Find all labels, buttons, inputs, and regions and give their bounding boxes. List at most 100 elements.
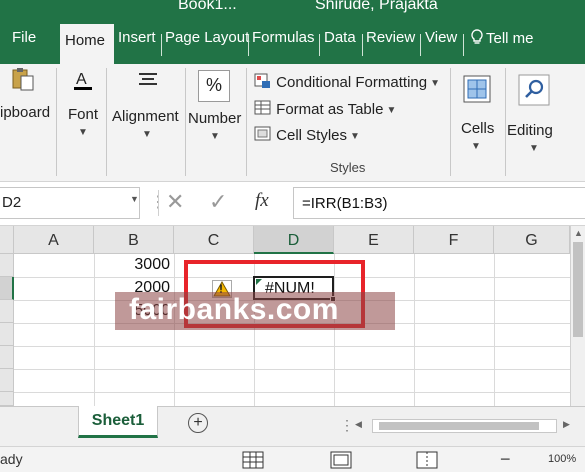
vertical-scrollbar[interactable]: ▲ [570, 226, 585, 406]
tab-view[interactable]: View [425, 29, 457, 46]
tab-review[interactable]: Review [366, 29, 415, 46]
tab-data[interactable]: Data [324, 29, 356, 46]
sheet-tab-sheet1[interactable]: Sheet1 [78, 406, 158, 438]
zoom-out-button[interactable]: − [500, 449, 511, 470]
alignment-label: Alignment [112, 108, 179, 125]
tab-home[interactable]: Home [60, 24, 114, 64]
alignment-icon[interactable] [135, 68, 161, 94]
cancel-icon[interactable]: ✕ [166, 189, 184, 215]
tab-divider [420, 34, 421, 56]
column-header-a[interactable]: A [14, 226, 94, 254]
row-header[interactable] [0, 300, 14, 323]
watermark: fairbanks.com [115, 292, 395, 330]
page-layout-view-icon[interactable] [330, 451, 352, 469]
group-divider [505, 68, 506, 176]
number-format-icon[interactable]: % [198, 70, 230, 102]
tab-divider [362, 34, 363, 56]
clipboard-group-label: ipboard [0, 104, 51, 121]
tab-divider [463, 34, 464, 56]
user-name[interactable]: Shirude, Prajakta [315, 0, 438, 14]
tab-file[interactable]: File [12, 29, 36, 46]
font-button[interactable]: Font ▼ [68, 106, 98, 140]
alignment-button[interactable]: Alignment ▼ [112, 108, 179, 142]
select-all-corner[interactable] [0, 226, 14, 254]
scroll-left-icon[interactable]: ◀ [355, 419, 362, 430]
styles-group-label: Styles [330, 160, 366, 175]
group-divider [106, 68, 107, 176]
row-header[interactable] [0, 323, 14, 346]
cell-styles-label: Cell Styles [276, 127, 348, 144]
tab-home-label: Home [65, 32, 106, 49]
chevron-down-icon: ▼ [142, 128, 152, 140]
scroll-up-icon[interactable]: ▲ [574, 228, 583, 238]
formula-input[interactable]: =IRR(B1:B3) [293, 187, 585, 219]
watermark-text: fairbanks.com [129, 293, 339, 326]
scroll-right-icon[interactable]: ▶ [563, 419, 570, 430]
cell-styles-icon [254, 126, 271, 141]
column-header-b[interactable]: B [94, 226, 174, 254]
scroll-thumb[interactable] [573, 242, 583, 337]
chevron-down-icon: ▼ [529, 142, 539, 154]
insert-function-icon[interactable]: fx [255, 190, 269, 212]
cells-button[interactable]: Cells ▼ [461, 120, 494, 154]
page-break-view-icon[interactable] [416, 451, 438, 469]
chevron-down-icon[interactable]: ▼ [130, 194, 139, 204]
editing-button[interactable]: Editing ▼ [507, 122, 553, 156]
chevron-down-icon: ▼ [471, 140, 481, 152]
group-divider [56, 68, 57, 176]
tab-page-layout[interactable]: Page Layout [165, 29, 249, 46]
divider [158, 190, 159, 216]
column-header-d[interactable]: D [254, 226, 334, 254]
enter-icon[interactable]: ✓ [209, 189, 227, 215]
chevron-down-icon: ▼ [210, 130, 220, 142]
editing-label: Editing [507, 122, 553, 139]
tab-formulas[interactable]: Formulas [252, 29, 315, 46]
row-header[interactable] [0, 277, 14, 300]
column-header-f[interactable]: F [414, 226, 494, 254]
conditional-formatting-icon [254, 73, 270, 88]
paste-icon[interactable] [10, 66, 36, 92]
column-header-g[interactable]: G [494, 226, 570, 254]
format-as-table-button[interactable]: Format as Table ▼ [254, 100, 396, 118]
row-header[interactable] [0, 369, 14, 392]
chevron-down-icon: ▼ [350, 130, 360, 142]
number-button[interactable]: Number ▼ [188, 110, 241, 144]
workbook-title: Book1... [178, 0, 237, 13]
row-header[interactable] [0, 346, 14, 369]
sheet-tab-bar: Sheet1 + ⋮ ◀ ▶ [0, 406, 585, 446]
tell-me[interactable]: Tell me [470, 29, 534, 47]
tab-insert[interactable]: Insert [118, 29, 156, 46]
lightbulb-icon [471, 29, 483, 44]
chevron-down-icon: ▼ [430, 77, 440, 89]
horizontal-scrollbar[interactable] [372, 419, 557, 433]
cells-label: Cells [461, 120, 495, 137]
svg-text:A: A [76, 71, 87, 88]
more-options-icon: ⋮ [340, 417, 354, 433]
cell-b1[interactable]: 3000 [94, 256, 170, 274]
cell-styles-button[interactable]: Cell Styles ▼ [254, 126, 360, 144]
column-header-c[interactable]: C [174, 226, 254, 254]
tab-divider [319, 34, 320, 56]
row-header[interactable] [0, 254, 14, 277]
font-icon[interactable]: A [70, 66, 96, 92]
row-header[interactable] [0, 392, 14, 406]
scroll-thumb[interactable] [379, 422, 539, 430]
group-divider [450, 68, 451, 176]
formula-bar: D2 ▼ ⋮ ✕ ✓ fx =IRR(B1:B3) [0, 182, 585, 226]
normal-view-icon[interactable] [242, 451, 264, 469]
number-label: Number [188, 110, 242, 127]
ribbon-tabs: File Home Insert Page Layout Formulas Da… [0, 22, 585, 64]
tell-me-label: Tell me [486, 30, 534, 47]
title-bar: Book1... Shirude, Prajakta [0, 0, 585, 22]
column-header-e[interactable]: E [334, 226, 414, 254]
cells-icon[interactable] [462, 74, 492, 104]
name-box[interactable]: D2 [0, 187, 140, 219]
conditional-formatting-button[interactable]: Conditional Formatting ▼ [254, 73, 440, 91]
tab-divider [248, 34, 249, 56]
add-sheet-button[interactable]: + [188, 413, 208, 433]
search-icon[interactable] [518, 74, 550, 106]
font-label: Font [68, 106, 99, 123]
status-mode: ady [0, 451, 23, 467]
tab-divider [161, 34, 162, 56]
zoom-level[interactable]: 100% [548, 453, 576, 465]
